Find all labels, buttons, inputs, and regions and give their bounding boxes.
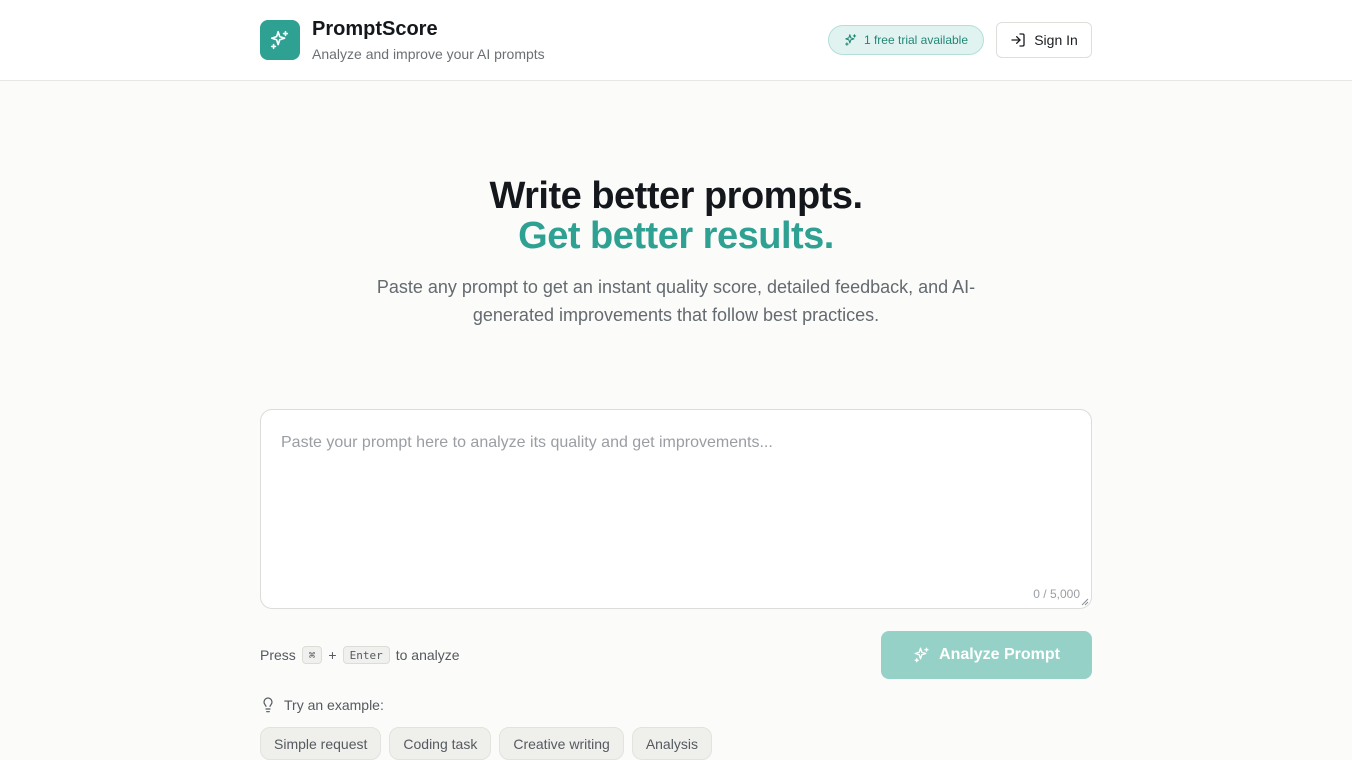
sparkles-icon [914,647,929,663]
sparkles-icon [270,30,289,50]
sign-in-label: Sign In [1034,32,1078,48]
app-header: PromptScore Analyze and improve your AI … [0,0,1352,81]
sign-in-button[interactable]: Sign In [996,22,1092,58]
analyze-prompt-button[interactable]: Analyze Prompt [881,631,1092,679]
hint-suffix: to analyze [395,647,460,663]
command-key: ⌘ [301,646,323,664]
brand-name: PromptScore [312,18,438,40]
hero-title-line2: Get better results. [518,215,834,257]
hint-plus: + [328,647,337,663]
examples-label: Try an example: [284,697,384,713]
app-logo[interactable] [260,20,300,60]
examples-header: Try an example: [260,695,384,715]
analyze-prompt-label: Analyze Prompt [939,646,1060,663]
hero-subtitle: Paste any prompt to get an instant quali… [376,277,976,325]
example-chip-analysis[interactable]: Analysis [631,727,712,760]
example-chip-creative-writing[interactable]: Creative writing [499,727,624,760]
trial-badge: 1 free trial available [828,25,984,55]
example-chip-coding-task[interactable]: Coding task [389,727,492,760]
brand-tagline: Analyze and improve your AI prompts [312,46,545,62]
resize-handle-icon[interactable] [1081,598,1089,606]
example-chips: Simple request Coding task Creative writ… [260,727,712,760]
trial-badge-label: 1 free trial available [863,33,969,47]
enter-key: Enter [342,646,390,664]
prompt-input[interactable] [261,410,1091,608]
example-chip-simple-request[interactable]: Simple request [260,727,382,760]
hero-title-line1: Write better prompts. [489,175,863,217]
sparkles-icon [845,34,857,46]
keyboard-shortcut-hint: Press ⌘ + Enter to analyze [260,644,460,666]
lightbulb-icon [263,697,273,713]
prompt-input-container: 0 / 5,000 [260,409,1092,609]
char-counter: 0 / 5,000 [1033,587,1080,601]
hint-press: Press [260,647,296,663]
log-in-icon [1011,33,1025,47]
